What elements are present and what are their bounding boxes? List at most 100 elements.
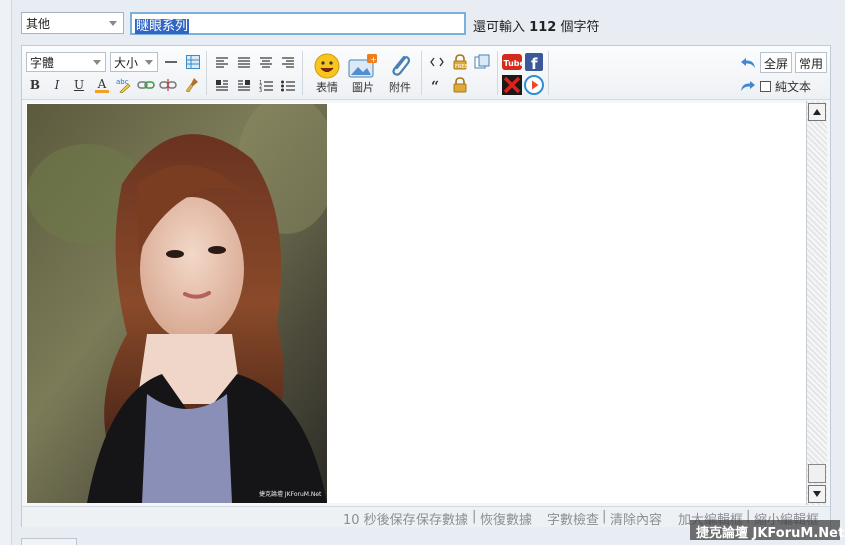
unlink-icon xyxy=(159,79,177,91)
youtube-icon: Tube xyxy=(502,54,523,70)
align-center-button[interactable] xyxy=(257,52,275,72)
triangle-down-icon xyxy=(813,491,821,497)
svg-text:3: 3 xyxy=(259,88,262,92)
unordered-list-icon xyxy=(281,80,295,91)
font-color-swatch xyxy=(95,89,109,93)
attachment-button[interactable]: 附件 xyxy=(384,52,416,96)
facebook-label: f xyxy=(531,55,538,71)
ordered-list-button[interactable]: 123 xyxy=(257,75,275,95)
youtube-button[interactable]: Tube xyxy=(502,52,522,72)
redo-arrow-icon xyxy=(741,81,755,91)
undo-arrow-icon xyxy=(741,58,755,68)
table-icon xyxy=(186,55,200,69)
plaintext-toggle[interactable]: 純文本 xyxy=(760,77,830,95)
status-divider: | xyxy=(602,509,607,524)
restore-data-link[interactable]: 恢復數據 xyxy=(480,509,532,528)
image-icon: + xyxy=(348,54,377,78)
float-left-icon xyxy=(216,80,228,91)
toolbar-divider xyxy=(206,51,207,95)
unordered-list-button[interactable] xyxy=(279,75,297,95)
xvideo-button[interactable] xyxy=(502,75,522,95)
image-button[interactable]: + 圖片 xyxy=(346,52,380,96)
remaining-suffix: 個字符 xyxy=(560,20,600,35)
common-mode-label: 常用 xyxy=(799,57,824,71)
triangle-up-icon xyxy=(813,109,821,115)
hide-content-button[interactable] xyxy=(450,75,470,95)
link-icon xyxy=(137,81,155,89)
float-left-button[interactable] xyxy=(213,75,231,95)
image-label: 圖片 xyxy=(352,81,374,94)
scroll-thumb[interactable] xyxy=(808,464,826,483)
youtube-label: Tube xyxy=(504,59,523,68)
svg-text:FREE: FREE xyxy=(455,64,468,70)
unlink-button[interactable] xyxy=(158,75,178,95)
clear-format-button[interactable] xyxy=(182,75,202,95)
word-check-link[interactable]: 字數檢查 xyxy=(547,509,599,528)
quote-button[interactable]: “ xyxy=(427,75,447,95)
site-watermark: 捷克論壇 JKForuM.Net xyxy=(690,520,844,541)
font-color-button[interactable]: A xyxy=(92,75,112,95)
align-justify-icon xyxy=(238,56,250,68)
horizontal-rule-button[interactable] xyxy=(162,52,180,72)
title-input[interactable]: 瞇眼系列 xyxy=(130,12,466,35)
bold-button[interactable]: B xyxy=(26,75,44,95)
quote-icon: “ xyxy=(431,79,439,91)
horizontal-rule-icon xyxy=(165,61,177,63)
float-right-button[interactable] xyxy=(235,75,253,95)
page-icon xyxy=(474,54,490,69)
svg-text:+: + xyxy=(370,55,377,64)
chevron-down-icon xyxy=(93,60,101,65)
clear-content-link[interactable]: 清除內容 xyxy=(610,509,662,528)
italic-button[interactable]: I xyxy=(48,75,66,95)
free-content-button[interactable]: FREE xyxy=(450,52,470,72)
toolbar-divider xyxy=(548,51,549,95)
rich-text-editor: 字體 大小 B I U A abc 1 2 3 表情 + 圖片 附件 FREE … xyxy=(21,45,831,528)
chevron-down-icon xyxy=(145,60,153,65)
code-icon xyxy=(430,57,444,67)
highlighter-icon: abc xyxy=(116,78,131,93)
x-video-icon xyxy=(502,75,522,95)
insert-link-button[interactable] xyxy=(136,75,156,95)
editor-scrollbar[interactable] xyxy=(806,101,827,505)
insert-page-button[interactable] xyxy=(472,52,492,72)
italic-label: I xyxy=(54,78,60,92)
scroll-up-button[interactable] xyxy=(808,103,826,121)
lock-free-icon: FREE xyxy=(453,54,468,70)
toolbar-divider xyxy=(302,51,303,95)
font-size-combo[interactable]: 大小 xyxy=(110,52,158,72)
facebook-button[interactable]: f xyxy=(524,52,544,72)
smiley-icon xyxy=(314,53,340,79)
embedded-photo: 捷克論壇 JKForuM.Net xyxy=(27,104,327,503)
left-sidebar-edge xyxy=(0,0,12,545)
align-justify-button[interactable] xyxy=(235,52,253,72)
play-icon xyxy=(524,75,544,95)
font-family-combo[interactable]: 字體 xyxy=(26,52,106,72)
table-button[interactable] xyxy=(184,52,202,72)
common-mode-button[interactable]: 常用 xyxy=(795,52,827,73)
scroll-down-button[interactable] xyxy=(808,485,826,503)
align-right-button[interactable] xyxy=(279,52,297,72)
plaintext-checkbox[interactable] xyxy=(760,80,771,92)
underline-button[interactable]: U xyxy=(70,75,88,95)
category-select[interactable]: 其他 xyxy=(21,12,124,34)
editor-content-area[interactable]: 捷克論壇 JKForuM.Net xyxy=(26,103,806,503)
remaining-chars: 還可輸入 112 個字符 xyxy=(473,16,599,35)
save-data-link[interactable]: 保存數據 xyxy=(416,509,468,528)
font-size-label: 大小 xyxy=(114,56,139,70)
emoticon-button[interactable]: 表情 xyxy=(310,52,344,96)
facebook-icon: f xyxy=(525,53,543,71)
align-center-icon xyxy=(260,56,272,68)
status-divider: | xyxy=(472,509,477,524)
undo-button[interactable] xyxy=(738,54,758,72)
media-player-button[interactable] xyxy=(524,75,544,95)
toolbar-divider xyxy=(497,51,498,95)
photo-caption: 捷克論壇 JKForuM.Net xyxy=(259,490,322,498)
toolbar-divider xyxy=(421,51,422,95)
float-right-icon xyxy=(238,80,250,91)
fullscreen-button[interactable]: 全屏 xyxy=(760,52,792,73)
fullscreen-label: 全屏 xyxy=(764,57,789,71)
code-button[interactable] xyxy=(427,52,447,72)
highlight-button[interactable]: abc xyxy=(114,75,134,95)
align-left-button[interactable] xyxy=(213,52,231,72)
redo-button[interactable] xyxy=(738,77,758,95)
